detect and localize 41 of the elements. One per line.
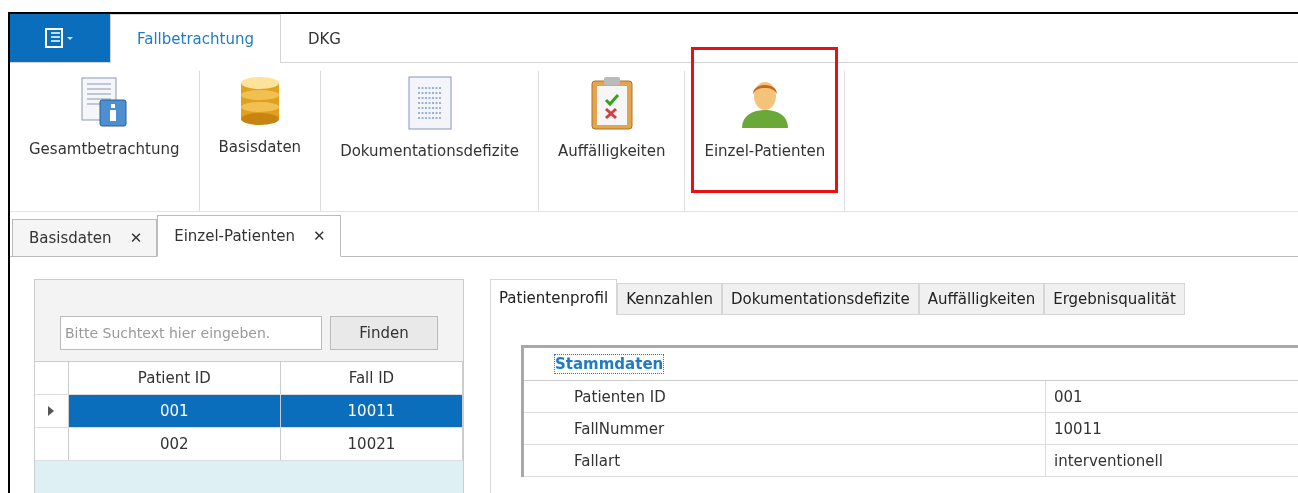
property-label: FallNummer (524, 413, 1046, 444)
database-icon (238, 76, 281, 126)
table-cell: 001 (68, 395, 281, 427)
property-label: Fallart (524, 445, 1046, 476)
sheet-icon (407, 76, 452, 130)
ribbon-button[interactable]: Einzel-Patienten (691, 47, 839, 193)
ribbon-tab[interactable]: Fallbetrachtung (110, 14, 281, 63)
property-label: Patienten ID (524, 381, 1046, 412)
ribbon-button[interactable]: Gesamtbetrachtung (16, 71, 193, 191)
ribbon-button[interactable]: Basisdaten (205, 71, 315, 189)
table-cell: 10011 (280, 395, 463, 427)
clipboard-icon (590, 76, 633, 130)
ribbon-button[interactable]: Auffälligkeiten (544, 71, 679, 193)
property-value: 001 (1053, 386, 1083, 408)
table-row[interactable]: 002 10021 (35, 428, 463, 461)
tab-label: Basisdaten (29, 229, 112, 247)
detail-tab[interactable]: Kennzahlen (617, 283, 722, 315)
tab-label: Einzel-Patienten (174, 227, 295, 245)
table-cell: 10021 (280, 428, 463, 460)
detail-tab[interactable]: Ergebnisqualität (1044, 283, 1185, 315)
detail-tab[interactable]: Auffälligkeiten (918, 283, 1045, 315)
close-icon[interactable]: ✕ (313, 227, 326, 245)
column-header[interactable]: Patient ID (68, 362, 281, 394)
menu-icon (45, 28, 75, 48)
document-info-icon (80, 76, 129, 128)
property-value: 10011 (1053, 418, 1102, 440)
document-tab[interactable]: Basisdaten ✕ (12, 219, 158, 257)
document-tab[interactable]: Einzel-Patienten ✕ (157, 215, 341, 257)
application-menu-button[interactable] (10, 14, 110, 62)
detail-tab[interactable]: Patientenprofil (490, 279, 618, 315)
section-header[interactable]: Stammdaten (554, 354, 665, 374)
ribbon-button[interactable]: Dokumentationsdefizite (327, 71, 532, 193)
detail-tab[interactable]: Dokumentationsdefizite (721, 283, 919, 315)
search-field[interactable]: Bitte Suchtext hier eingeben. (60, 315, 322, 350)
row-pointer-icon (48, 406, 55, 416)
close-icon[interactable]: ✕ (129, 229, 143, 247)
property-value: interventionell (1053, 450, 1163, 472)
find-button[interactable]: Finden (330, 315, 438, 350)
column-header[interactable]: Fall ID (280, 362, 463, 394)
table-row[interactable]: 001 10011 (35, 395, 463, 428)
table-cell: 002 (68, 428, 281, 460)
